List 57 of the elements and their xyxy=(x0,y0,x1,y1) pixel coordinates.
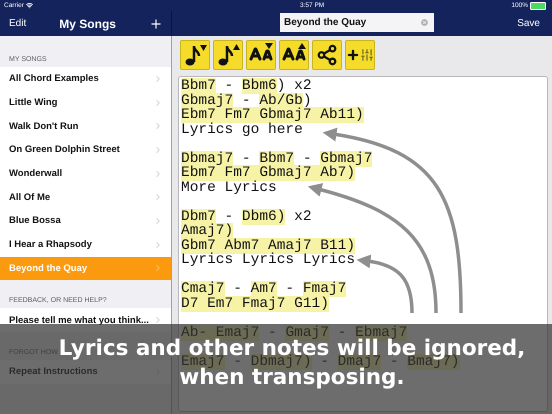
title-field[interactable]: Beyond the Quay xyxy=(280,12,434,32)
chord-text: Bbm7 xyxy=(181,78,216,94)
chord-text: Gbmaj7 xyxy=(320,150,372,166)
chord-text: Fmaj7 xyxy=(302,281,346,297)
chord-text: D7 Em7 Fmaj7 G11) xyxy=(181,296,329,312)
edit-button[interactable]: Edit xyxy=(9,18,26,29)
separator-text: x2 xyxy=(293,208,312,224)
chord-text: Dbm7 xyxy=(181,208,216,224)
song-list-item[interactable]: Little Wing xyxy=(0,90,171,114)
separator-text: - xyxy=(240,92,252,108)
separator-text: ) xyxy=(302,92,312,108)
separator-text: ) x2 xyxy=(276,78,312,94)
lyrics-text: Lyrics Lyrics Lyrics xyxy=(181,252,356,268)
song-list-item[interactable]: All Of Me xyxy=(0,185,171,210)
toolbar-button[interactable] xyxy=(213,40,243,70)
chord-text: Gbm7 Abm7 Amaj7 B11) xyxy=(181,238,356,254)
add-settings-icon xyxy=(346,48,374,62)
toolbar-button[interactable] xyxy=(345,40,375,70)
song-list-item[interactable]: I Hear a Rhapsody xyxy=(0,232,171,256)
chord-text: Dbm6) xyxy=(242,208,286,224)
chord-text: Ab/Gb xyxy=(259,92,303,108)
separator-text: - xyxy=(232,281,243,297)
toolbar-button[interactable] xyxy=(312,40,342,70)
lyrics-text: Lyrics go here xyxy=(181,122,303,138)
save-button[interactable]: Save xyxy=(517,18,540,29)
chord-text: Bbm7 xyxy=(259,150,294,166)
separator-text: - xyxy=(284,281,295,297)
separator-text: - xyxy=(268,324,277,340)
song-list-item[interactable]: Wonderwall xyxy=(0,162,171,186)
toolbar-button[interactable] xyxy=(279,40,309,70)
chord-text: Ebm7 Fm7 Gbmaj7 Ab7) xyxy=(181,165,356,181)
chord-text: Am7 xyxy=(250,281,277,297)
separator-text: - xyxy=(224,78,234,94)
note-up-icon xyxy=(216,43,240,67)
chord-text: Cmaj7 xyxy=(181,281,225,297)
chord-text: Ebm7 Fm7 Gbmaj7 Ab11) xyxy=(181,107,364,123)
separator-text: - xyxy=(224,208,234,224)
chord-text: Dbmaj7 xyxy=(181,150,234,166)
chord-text: Gbmaj7 xyxy=(181,92,234,108)
add-icon[interactable] xyxy=(149,16,163,30)
share-icon xyxy=(316,44,338,66)
chord-text: Amaj7) xyxy=(181,223,234,239)
separator-text: - xyxy=(336,324,346,340)
song-list-item[interactable]: All Chord Examples xyxy=(0,67,171,91)
sidebar-title: My Songs xyxy=(59,16,116,30)
song-list-item[interactable]: On Green Dolphin Street xyxy=(0,138,171,162)
note-down-icon xyxy=(183,43,207,67)
separator-text: - xyxy=(240,150,252,166)
toolbar-button[interactable] xyxy=(180,40,210,70)
wifi-icon xyxy=(26,2,33,9)
separator-text: - xyxy=(302,150,313,166)
toolbar-button[interactable] xyxy=(246,40,276,70)
lyrics-text: More Lyrics xyxy=(181,180,277,196)
song-list-item[interactable]: Blue Bossa xyxy=(0,209,171,233)
chord-text: Bbm6 xyxy=(242,78,277,94)
song-list-item[interactable]: Walk Don't Run xyxy=(0,114,171,138)
battery-icon xyxy=(530,2,546,10)
